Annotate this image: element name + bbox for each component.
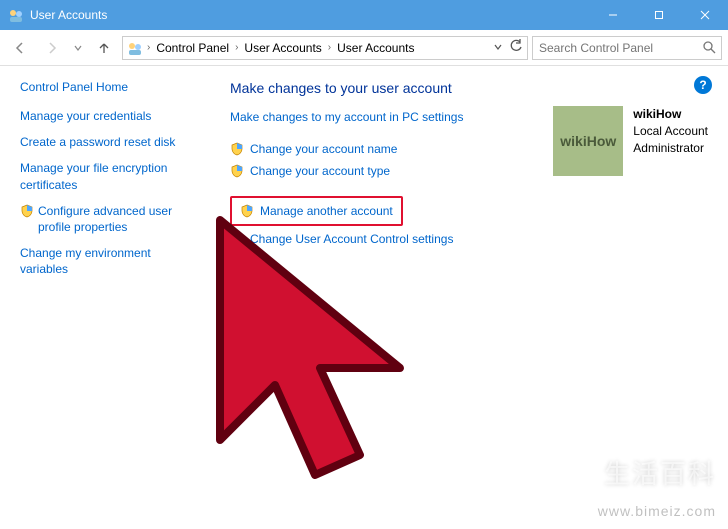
sidebar: Control Panel Home Manage your credentia… (0, 66, 200, 529)
content: Control Panel Home Manage your credentia… (0, 66, 728, 529)
link-label: Configure advanced user profile properti… (38, 203, 188, 235)
app-icon (8, 7, 24, 23)
close-button[interactable] (682, 0, 728, 30)
shield-icon (230, 232, 244, 246)
recent-dropdown[interactable] (70, 34, 86, 62)
user-info: wikiHow Local Account Administrator (633, 106, 708, 156)
minimize-button[interactable] (590, 0, 636, 30)
link-label: Manage another account (260, 204, 393, 218)
back-button[interactable] (6, 34, 34, 62)
control-panel-home-link[interactable]: Control Panel Home (20, 80, 188, 94)
breadcrumb[interactable]: › Control Panel › User Accounts › User A… (122, 36, 528, 60)
shield-icon (20, 204, 34, 218)
window-controls (590, 0, 728, 30)
help-icon[interactable]: ? (694, 76, 712, 94)
chevron-down-icon[interactable] (493, 41, 503, 55)
user-role: Administrator (633, 140, 708, 157)
sidebar-link[interactable]: Configure advanced user profile properti… (20, 203, 188, 235)
sidebar-link[interactable]: Manage your credentials (20, 108, 188, 124)
breadcrumb-item[interactable]: User Accounts (335, 41, 416, 55)
forward-button[interactable] (38, 34, 66, 62)
chevron-right-icon[interactable]: › (233, 42, 240, 53)
search-input[interactable] (532, 36, 722, 60)
breadcrumb-item[interactable]: User Accounts (242, 41, 323, 55)
manage-another-account-link[interactable]: Manage another account (230, 196, 403, 226)
main-panel: ? Make changes to your user account Make… (200, 66, 728, 529)
sidebar-link[interactable]: Manage your file encryption certificates (20, 160, 188, 192)
link-label: Create a password reset disk (20, 134, 175, 150)
navbar: › Control Panel › User Accounts › User A… (0, 30, 728, 66)
chevron-right-icon[interactable]: › (326, 42, 333, 53)
breadcrumb-item[interactable]: Control Panel (154, 41, 231, 55)
chevron-right-icon[interactable]: › (145, 42, 152, 53)
up-button[interactable] (90, 34, 118, 62)
link-label: Manage your file encryption certificates (20, 160, 188, 192)
refresh-icon[interactable] (509, 39, 523, 56)
shield-icon (230, 142, 244, 156)
user-name: wikiHow (633, 106, 708, 123)
window-title: User Accounts (30, 8, 590, 22)
shield-icon (240, 204, 254, 218)
link-label: Manage your credentials (20, 108, 151, 124)
avatar: wikiHow (553, 106, 623, 176)
link-label: Change User Account Control settings (250, 232, 453, 246)
maximize-button[interactable] (636, 0, 682, 30)
link-label: Change my environment variables (20, 245, 188, 277)
link-label: Change your account type (250, 164, 390, 178)
link-label: Change your account name (250, 142, 397, 156)
search-wrap (532, 36, 722, 60)
page-heading: Make changes to your user account (230, 80, 712, 96)
titlebar: User Accounts (0, 0, 728, 30)
sidebar-link[interactable]: Create a password reset disk (20, 134, 188, 150)
search-icon (702, 40, 716, 59)
shield-icon (230, 164, 244, 178)
sidebar-link[interactable]: Change my environment variables (20, 245, 188, 277)
user-info-box: wikiHow wikiHow Local Account Administra… (553, 106, 708, 176)
uac-settings-link[interactable]: Change User Account Control settings (230, 232, 712, 246)
user-account-type: Local Account (633, 123, 708, 140)
breadcrumb-icon (127, 40, 143, 56)
